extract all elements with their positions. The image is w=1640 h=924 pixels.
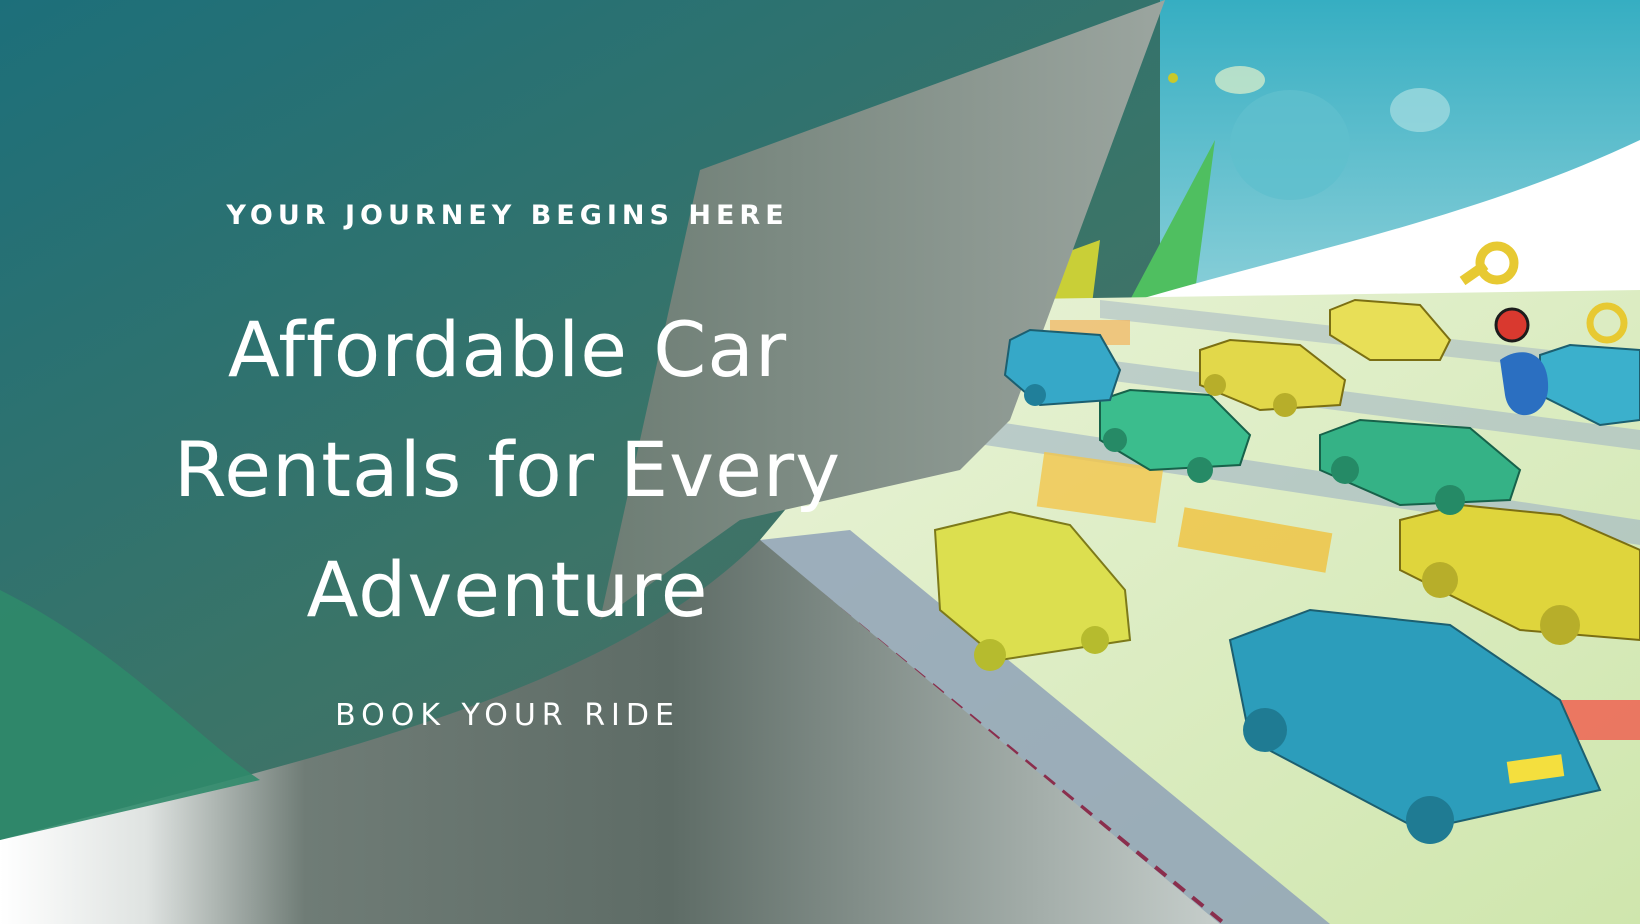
headline-line-2: Rentals for Every bbox=[173, 425, 842, 514]
hero-text: YOUR JOURNEY BEGINS HERE Affordable Car … bbox=[0, 0, 1015, 924]
hero-banner: YOUR JOURNEY BEGINS HERE Affordable Car … bbox=[0, 0, 1640, 924]
headline-line-1: Affordable Car bbox=[227, 305, 788, 394]
book-your-ride-button[interactable]: BOOK YOUR RIDE bbox=[310, 690, 705, 742]
hero-eyebrow: YOUR JOURNEY BEGINS HERE bbox=[226, 200, 789, 231]
hero-headline: Affordable Car Rentals for Every Adventu… bbox=[0, 290, 1015, 650]
headline-line-3: Adventure bbox=[306, 545, 709, 634]
